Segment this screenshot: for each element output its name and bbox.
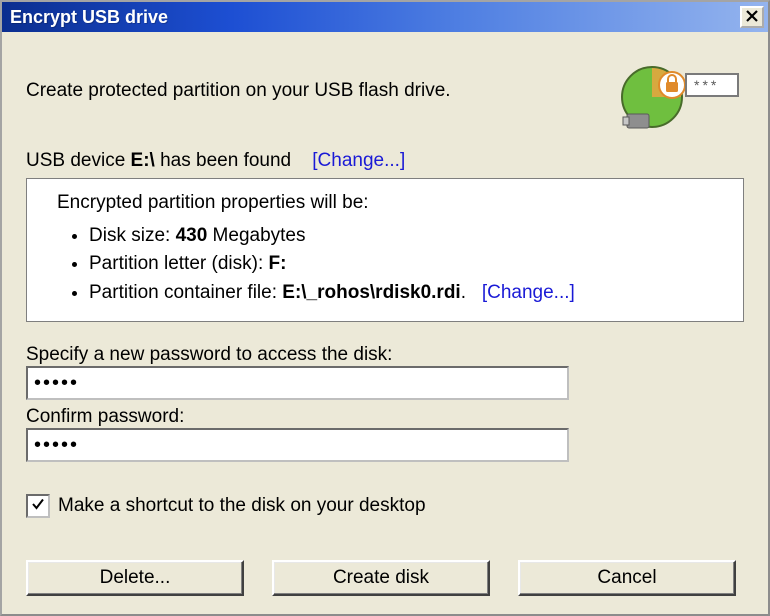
titlebar: Encrypt USB drive xyxy=(2,2,768,32)
dialog-window: Encrypt USB drive *** xyxy=(0,0,770,616)
button-row: Delete... Create disk Cancel xyxy=(26,560,744,596)
confirm-password-input[interactable] xyxy=(26,428,569,462)
shortcut-checkbox-row: Make a shortcut to the disk on your desk… xyxy=(26,494,744,518)
cancel-button[interactable]: Cancel xyxy=(518,560,736,596)
device-letter: E:\ xyxy=(131,150,155,171)
window-title: Encrypt USB drive xyxy=(10,7,740,28)
confirm-password-label: Confirm password: xyxy=(26,406,744,428)
device-found-line: USB device E:\ has been found [Change...… xyxy=(26,150,744,172)
svg-text:***: *** xyxy=(694,77,719,93)
device-label: USB device xyxy=(26,150,131,171)
delete-button[interactable]: Delete... xyxy=(26,560,244,596)
dialog-body: *** Create protected partition on your U… xyxy=(2,32,768,614)
partition-properties-box: Encrypted partition properties will be: … xyxy=(26,178,744,322)
create-disk-button[interactable]: Create disk xyxy=(272,560,490,596)
prop-partition-letter: Partition letter (disk): F: xyxy=(89,250,725,279)
password-input[interactable] xyxy=(26,366,569,400)
prop-container-file: Partition container file: E:\_rohos\rdis… xyxy=(89,279,725,308)
shortcut-checkbox-label: Make a shortcut to the disk on your desk… xyxy=(58,495,426,517)
close-icon xyxy=(746,7,758,27)
password-label: Specify a new password to access the dis… xyxy=(26,344,744,366)
prop-disk-size: Disk size: 430 Megabytes xyxy=(89,222,725,251)
properties-heading: Encrypted partition properties will be: xyxy=(57,189,725,218)
shortcut-checkbox[interactable] xyxy=(26,494,50,518)
change-container-link[interactable]: Change... xyxy=(487,282,569,303)
change-device-link[interactable]: Change... xyxy=(318,150,400,171)
close-button[interactable] xyxy=(740,6,764,28)
device-found-text: has been found xyxy=(155,150,291,171)
encryption-illustration-icon: *** xyxy=(614,52,744,132)
check-icon xyxy=(31,495,45,517)
